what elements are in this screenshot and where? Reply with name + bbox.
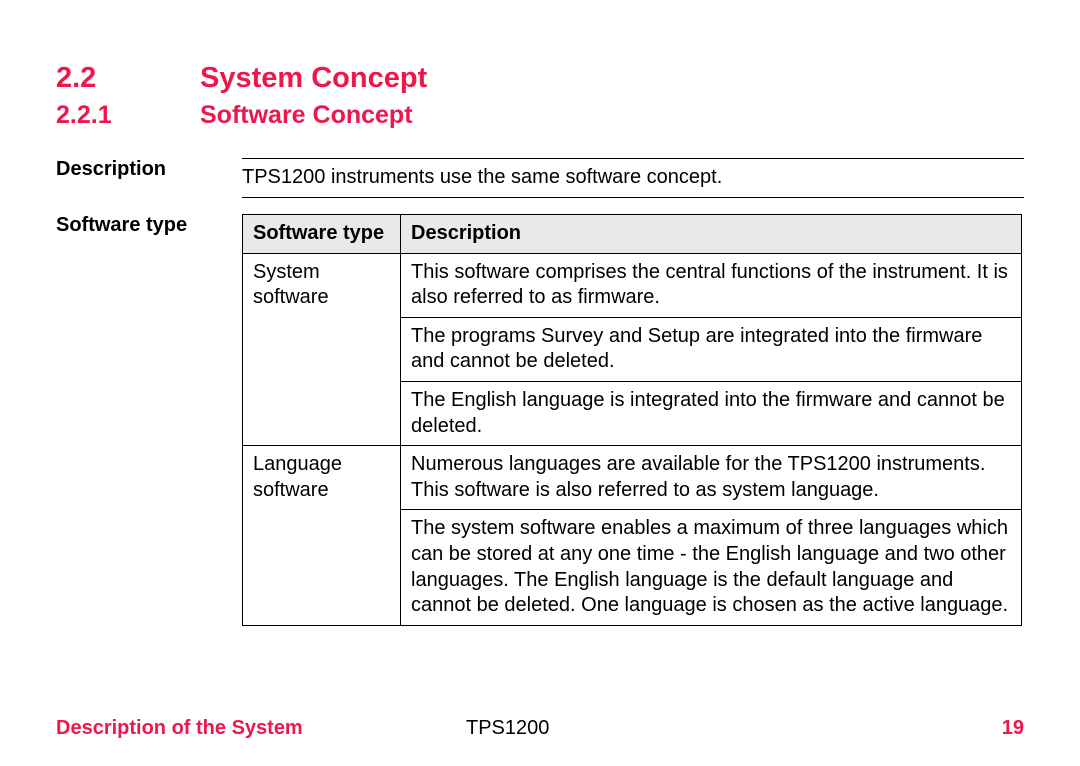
heading-2-number: 2.2.1 [56,101,200,130]
software-type-label: Software type [56,214,242,237]
software-type-block: Software type Software type Description … [56,214,1024,626]
cell-system-software: System software [243,253,401,446]
description-text: TPS1200 instruments use the same softwar… [242,158,1024,198]
table-header-col1: Software type [243,215,401,254]
page-content: 2.2 System Concept 2.2.1 Software Concep… [0,0,1080,626]
cell-desc: Numerous languages are available for the… [401,446,1022,510]
cell-desc: The programs Survey and Setup are integr… [401,317,1022,381]
heading-2-row: 2.2.1 Software Concept [56,101,1024,130]
page-footer: Description of the System TPS1200 19 [56,717,1024,740]
heading-2-text: Software Concept [200,101,413,130]
table-header-col2: Description [401,215,1022,254]
table-row: Language software Numerous languages are… [243,446,1022,510]
description-block: Description TPS1200 instruments use the … [56,158,1024,198]
heading-1-text: System Concept [200,62,427,95]
cell-desc: This software comprises the central func… [401,253,1022,317]
software-type-table: Software type Description System softwar… [242,214,1022,626]
description-label: Description [56,158,242,181]
cell-desc: The system software enables a maximum of… [401,510,1022,625]
footer-product: TPS1200 [466,717,944,740]
table-row: System software This software comprises … [243,253,1022,317]
cell-language-software: Language software [243,446,401,626]
footer-page-number: 19 [944,717,1024,740]
footer-section-title: Description of the System [56,717,466,740]
heading-1-row: 2.2 System Concept [56,62,1024,95]
heading-1-number: 2.2 [56,62,200,95]
cell-desc: The English language is integrated into … [401,381,1022,445]
